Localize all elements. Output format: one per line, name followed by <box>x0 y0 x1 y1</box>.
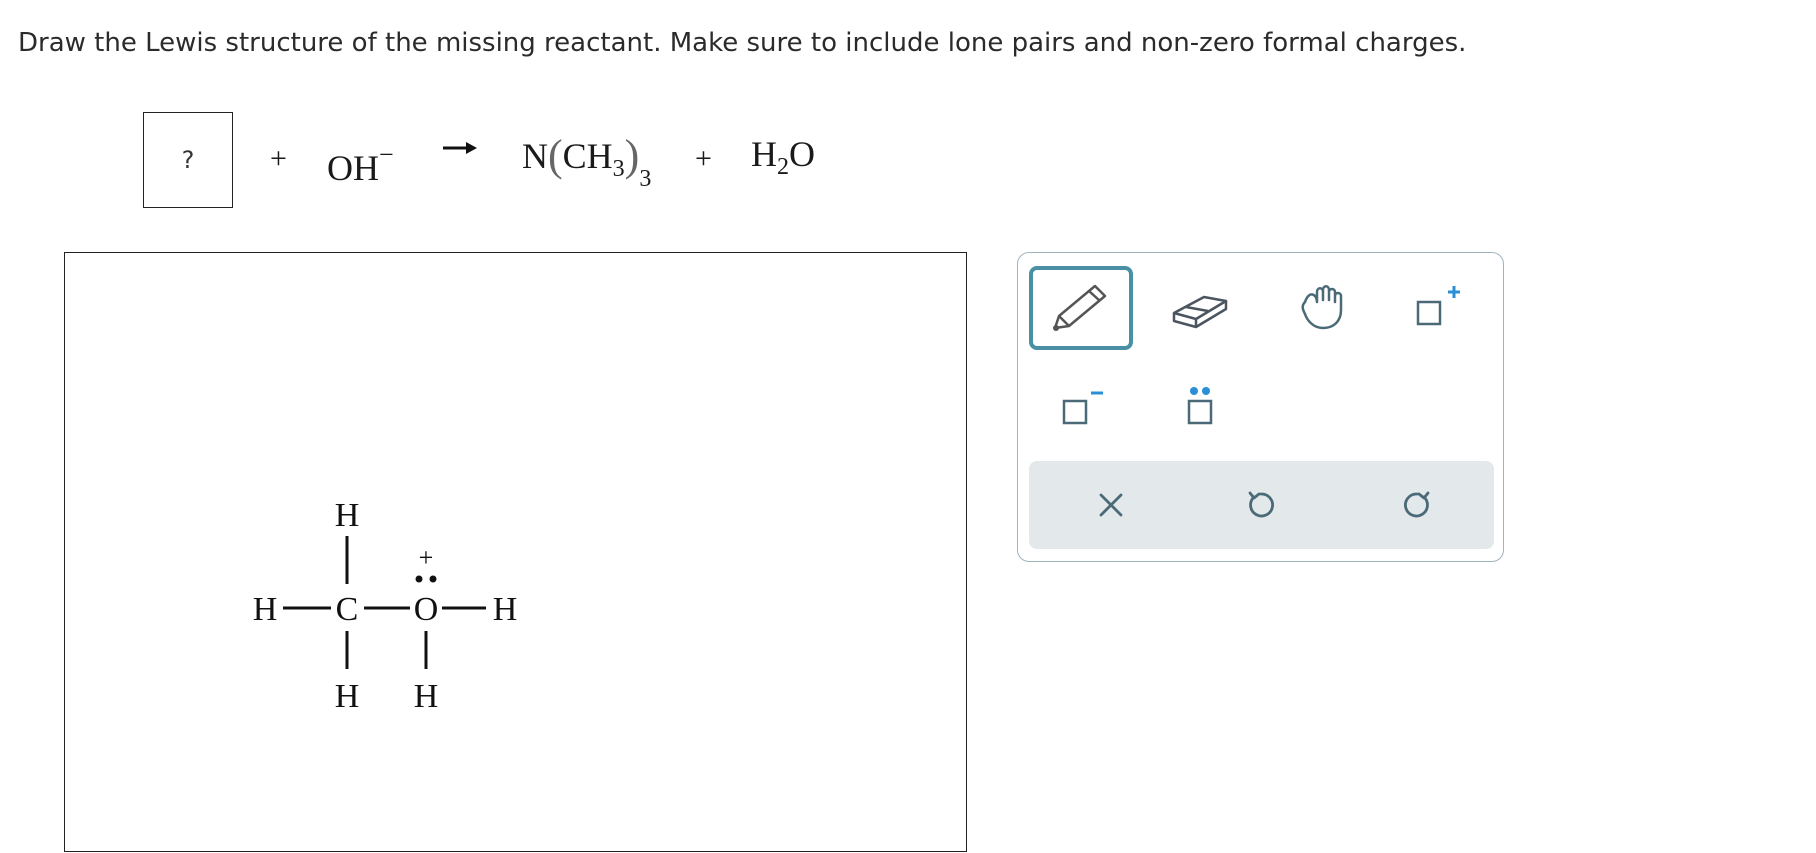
plus-sign: + <box>270 142 287 175</box>
missing-reactant-box[interactable]: ? <box>143 112 233 208</box>
eraser-tool[interactable] <box>1148 266 1252 350</box>
clear-button[interactable] <box>1071 471 1151 539</box>
water-formula: H2O <box>751 133 815 181</box>
atom-o: O <box>414 591 439 628</box>
methyl-subscript: 3 <box>612 156 625 183</box>
pencil-tool[interactable] <box>1029 266 1133 350</box>
oxygen-formal-charge: + <box>419 543 434 572</box>
hydroxide-symbol: OH <box>327 148 379 188</box>
negative-charge-tool[interactable] <box>1029 365 1133 449</box>
eraser-icon <box>1172 295 1228 329</box>
hand-tool[interactable] <box>1273 266 1377 350</box>
drawing-canvas[interactable]: H H C O H H H + <box>64 252 967 852</box>
missing-reactant-placeholder: ? <box>181 146 195 174</box>
trimethylamine-formula: N(CH3)3 <box>522 128 651 192</box>
redo-icon <box>1404 491 1430 518</box>
open-paren: ( <box>548 131 563 180</box>
reaction-arrow <box>443 142 477 154</box>
close-icon <box>1099 493 1123 517</box>
hydroxide-formula: OH− <box>327 140 394 189</box>
atom-h-bottom-c: H <box>335 678 360 715</box>
lewis-structure: H H C O H H H + <box>253 497 518 715</box>
group-subscript: 3 <box>639 166 652 193</box>
water-oxygen: O <box>789 134 815 174</box>
pencil-icon <box>1053 284 1107 331</box>
positive-charge-tool[interactable] <box>1383 266 1487 350</box>
atom-h-left: H <box>253 591 278 628</box>
methyl-symbol: CH <box>562 136 613 176</box>
atom-h-bottom-o: H <box>414 678 439 715</box>
lone-pair-dot-2 <box>429 575 437 583</box>
drawing-toolbar <box>1017 252 1504 562</box>
close-paren: ) <box>624 131 640 180</box>
lone-pair-dot-1 <box>415 575 423 583</box>
lone-pair-icon <box>1187 387 1213 425</box>
atom-c: C <box>336 591 359 628</box>
lone-pair-tool[interactable] <box>1148 365 1252 449</box>
action-bar <box>1029 461 1494 549</box>
nitrogen-symbol: N <box>522 136 548 176</box>
undo-icon <box>1248 491 1274 518</box>
water-hydrogen: H <box>751 134 777 174</box>
hand-icon <box>1301 285 1343 330</box>
reaction-equation: ? + OH− N(CH3)3 + H2O <box>0 0 900 230</box>
plus-sign-2: + <box>695 142 712 175</box>
negative-charge-icon <box>1062 391 1103 425</box>
hydroxide-charge: − <box>379 140 394 169</box>
undo-button[interactable] <box>1221 471 1301 539</box>
atom-h-top: H <box>335 497 360 534</box>
redo-button[interactable] <box>1377 471 1457 539</box>
positive-charge-icon <box>1416 286 1460 326</box>
water-subscript: 2 <box>777 154 789 181</box>
atom-h-right: H <box>493 591 518 628</box>
